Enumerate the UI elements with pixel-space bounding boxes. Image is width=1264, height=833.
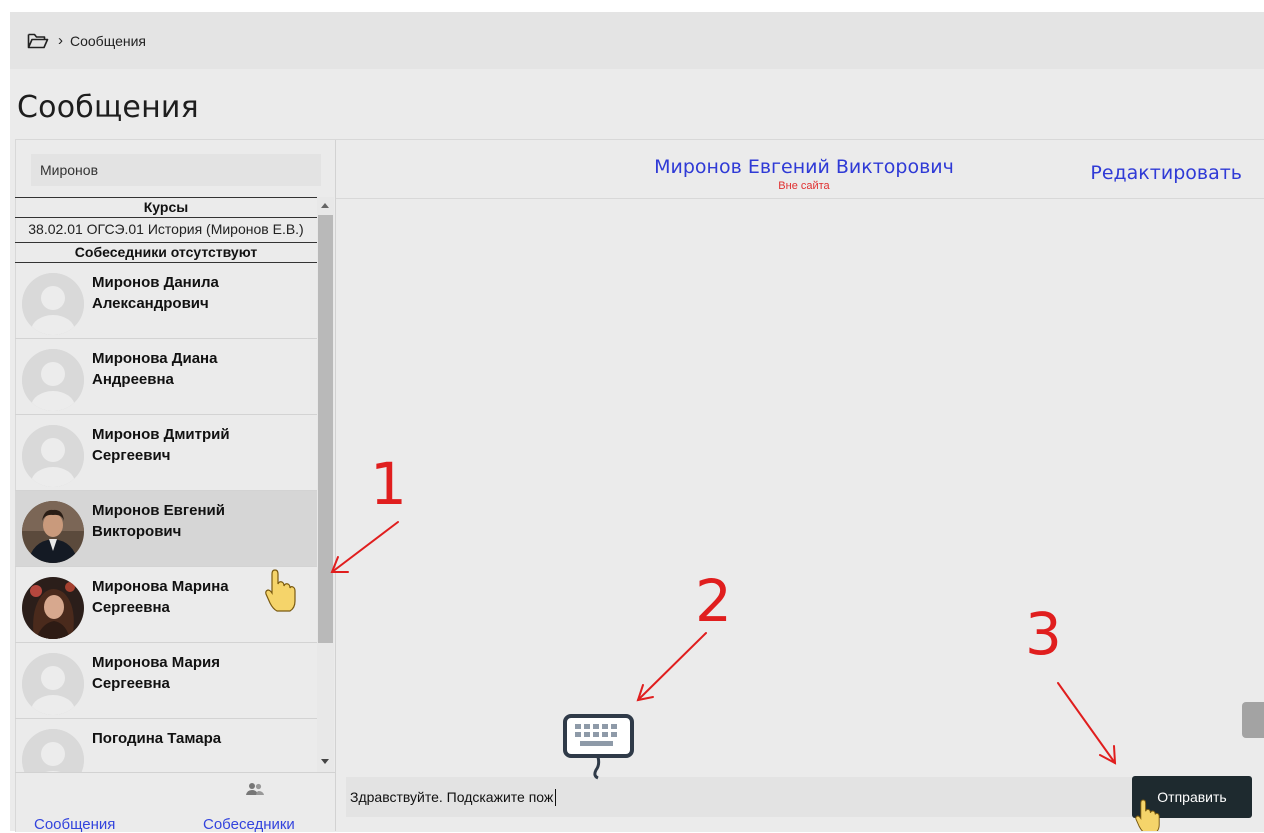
back-to-top-button[interactable] — [1242, 702, 1264, 738]
avatar — [22, 273, 84, 335]
contacts-scrollbar[interactable] — [317, 197, 334, 772]
scroll-up-arrow-icon[interactable] — [321, 203, 329, 208]
sidebar-footer: Сообщения Собеседники — [15, 772, 335, 833]
breadcrumb-current[interactable]: Сообщения — [70, 33, 146, 49]
contact-item[interactable]: Миронова Марина Сергеевна — [15, 567, 317, 643]
contact-item[interactable]: Миронова Мария Сергеевна — [15, 643, 317, 719]
contact-item-active[interactable]: Миронов Евгений Викторович — [15, 491, 317, 567]
contact-name: Миронов Данила Александрович — [92, 274, 219, 312]
chat-header: Миронов Евгений Викторович Вне сайта Ред… — [336, 140, 1264, 199]
contact-name: Погодина Тамара — [92, 730, 222, 747]
scroll-down-arrow-icon[interactable] — [321, 759, 329, 764]
annotation-number-2: 2 — [695, 567, 732, 635]
contact-item[interactable]: Миронова Диана Андреевна — [15, 339, 317, 415]
course-item[interactable]: 38.02.01 ОГСЭ.01 История (Миронов Е.В.) — [15, 218, 317, 243]
avatar — [22, 501, 84, 563]
avatar — [22, 349, 84, 411]
tab-messages[interactable]: Сообщения — [34, 816, 115, 833]
contacts-heading: Собеседники отсутствуют — [15, 243, 317, 263]
send-button[interactable]: Отправить — [1132, 776, 1252, 818]
page-title: Сообщения — [17, 90, 199, 125]
scrollbar-thumb[interactable] — [318, 215, 333, 643]
avatar — [22, 653, 84, 715]
contacts-list: Курсы 38.02.01 ОГСЭ.01 История (Миронов … — [15, 197, 317, 772]
courses-heading: Курсы — [15, 197, 317, 218]
search-input[interactable]: Миронов — [31, 154, 321, 186]
contact-item[interactable]: Миронов Дмитрий Сергеевич — [15, 415, 317, 491]
contact-name: Миронов Евгений Викторович — [92, 502, 225, 540]
annotation-number-1: 1 — [370, 450, 407, 518]
edit-link[interactable]: Редактировать — [1090, 162, 1242, 184]
message-input[interactable]: Здравствуйте. Подскажите пож — [346, 777, 1133, 817]
contact-name: Миронова Мария Сергеевна — [92, 654, 220, 692]
annotation-number-3: 3 — [1025, 600, 1062, 668]
contact-item[interactable]: Миронов Данила Александрович — [15, 263, 317, 339]
tab-contacts[interactable]: Собеседники — [203, 816, 295, 833]
avatar — [22, 577, 84, 639]
breadcrumb: › Сообщения — [10, 12, 1264, 69]
contact-name: Миронов Дмитрий Сергеевич — [92, 426, 230, 464]
avatar — [22, 425, 84, 487]
text-caret — [555, 788, 557, 806]
contacts-group-icon — [245, 781, 265, 802]
folder-icon[interactable] — [27, 32, 49, 50]
contact-name: Миронова Марина Сергеевна — [92, 578, 229, 616]
message-input-value: Здравствуйте. Подскажите пож — [350, 789, 554, 805]
avatar — [22, 729, 84, 772]
breadcrumb-separator: › — [58, 32, 63, 49]
contact-name: Миронова Диана Андреевна — [92, 350, 218, 388]
contact-item[interactable]: Погодина Тамара — [15, 719, 317, 772]
